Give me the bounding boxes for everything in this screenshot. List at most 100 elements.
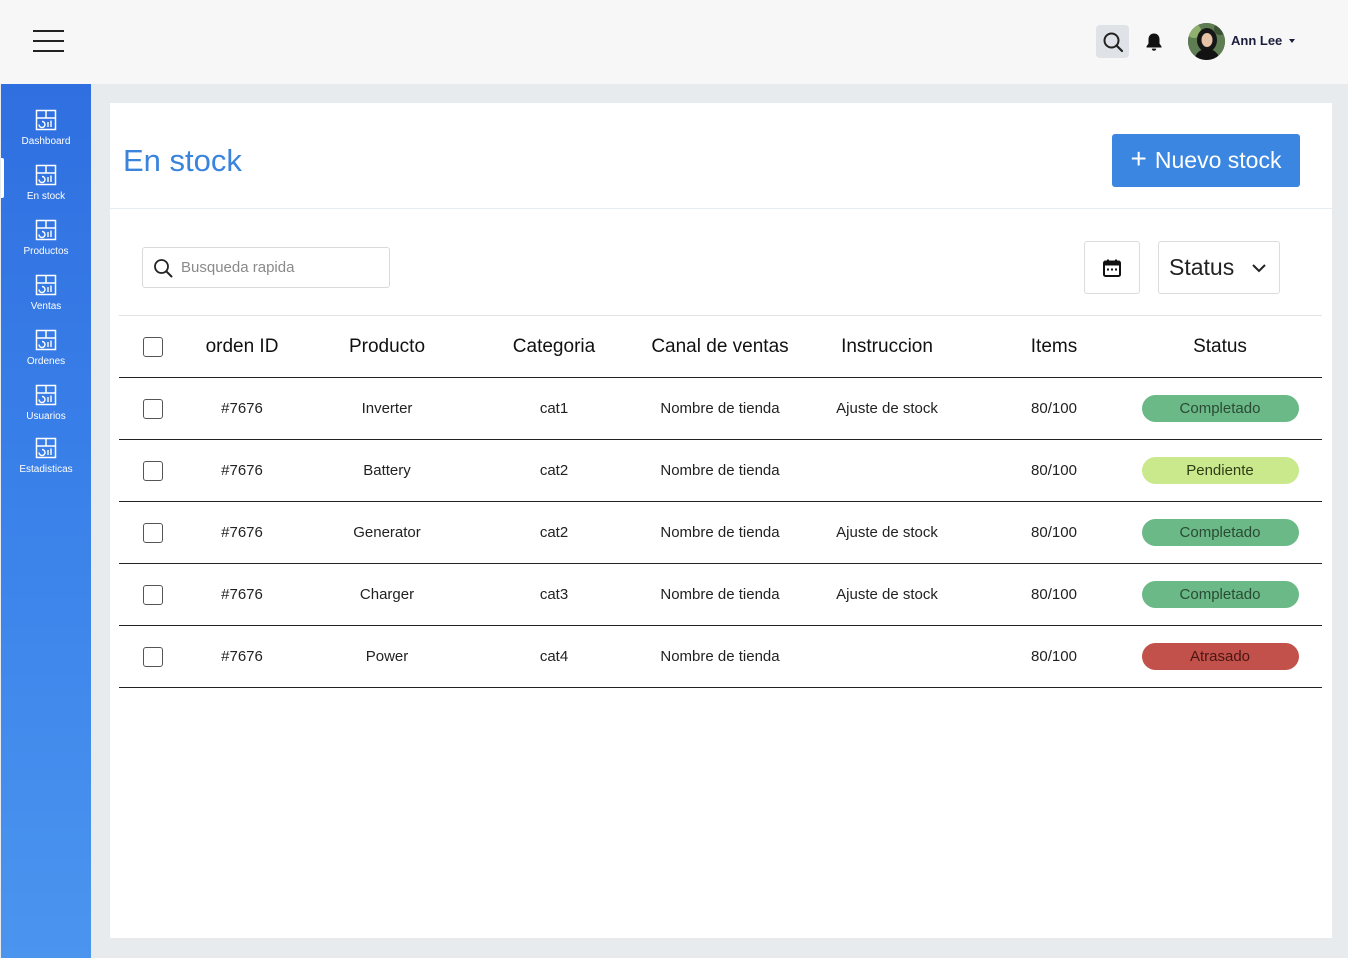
category-cell: cat1: [539, 400, 569, 417]
chevron-down-icon: [1252, 264, 1266, 273]
stock-table: orden ID Producto Categoria Canal de ven…: [119, 316, 1322, 688]
dashboard-icon: [35, 109, 57, 131]
row-checkbox[interactable]: [143, 398, 163, 419]
page-title: En stock: [123, 143, 242, 178]
sales-icon: [35, 274, 57, 296]
new-stock-button[interactable]: + Nuevo stock: [1112, 134, 1300, 187]
product-cell: Generator: [353, 524, 421, 541]
sidebar-item-label: Usuarios: [26, 411, 66, 422]
products-icon: [35, 219, 57, 241]
instruction-cell: Ajuste de stock: [836, 400, 938, 417]
user-name[interactable]: Ann Lee: [1231, 33, 1282, 48]
order-id-cell: #7676: [221, 648, 263, 665]
sidebar-item-label: Estadisticas: [19, 464, 73, 475]
search-icon: [154, 258, 173, 277]
order-id-cell: #7676: [221, 524, 263, 541]
status-badge: Completado: [1141, 519, 1299, 546]
items-cell: 80/100: [1031, 648, 1077, 665]
main-panel: En stock + Nuevo stock Status: [110, 103, 1332, 938]
sidebar-item-ventas[interactable]: Ventas: [1, 274, 91, 324]
user-menu-caret-icon[interactable]: [1289, 39, 1295, 43]
sidebar-item-label: En stock: [26, 191, 66, 202]
instruction-cell: [819, 440, 955, 501]
product-cell: Battery: [363, 462, 411, 479]
sidebar-item-en-stock[interactable]: En stock: [1, 164, 91, 214]
top-bar: Ann Lee: [0, 0, 1348, 84]
sidebar-item-productos[interactable]: Productos: [1, 219, 91, 269]
sales-channel-cell: Nombre de tienda: [660, 586, 780, 603]
sales-channel-cell: Nombre de tienda: [660, 462, 780, 479]
instruction-cell: Ajuste de stock: [836, 524, 938, 541]
row-checkbox[interactable]: [143, 646, 163, 667]
quick-search[interactable]: [142, 247, 390, 288]
sidebar-item-label: Ordenes: [26, 356, 66, 367]
sidebar: Dashboard En stock Productos Ventas Ordenes U…: [1, 84, 91, 958]
status-badge: Atrasado: [1141, 643, 1299, 670]
stock-icon: [35, 164, 57, 186]
sidebar-item-usuarios[interactable]: Usuarios: [1, 384, 91, 434]
user-photo-icon: [1188, 23, 1225, 60]
row-checkbox[interactable]: [143, 460, 163, 481]
header-items[interactable]: Items: [1009, 316, 1099, 377]
instruction-cell: Ajuste de stock: [836, 586, 938, 603]
product-cell: Inverter: [361, 400, 413, 417]
row-checkbox[interactable]: [143, 522, 163, 543]
items-cell: 80/100: [1031, 524, 1077, 541]
items-cell: 80/100: [1031, 586, 1077, 603]
category-cell: cat3: [539, 586, 569, 603]
header-sales-channel[interactable]: Canal de ventas: [639, 316, 801, 377]
select-all-checkbox[interactable]: [143, 336, 163, 357]
bell-icon: [1146, 33, 1162, 51]
sales-channel-cell: Nombre de tienda: [660, 400, 780, 417]
header-instruction[interactable]: Instruccion: [819, 316, 955, 377]
items-cell: 80/100: [1031, 400, 1077, 417]
status-filter-dropdown[interactable]: Status: [1158, 241, 1280, 294]
sidebar-item-label: Productos: [23, 246, 69, 257]
header-product[interactable]: Producto: [332, 316, 442, 377]
order-id-cell: #7676: [221, 462, 263, 479]
sidebar-item-label: Ventas: [30, 301, 62, 312]
items-cell: 80/100: [1031, 462, 1077, 479]
new-stock-label: Nuevo stock: [1154, 147, 1282, 173]
sidebar-item-dashboard[interactable]: Dashboard: [1, 109, 91, 159]
category-cell: cat2: [539, 524, 569, 541]
table-row[interactable]: #7676 Battery cat2 Nombre de tienda 80/100 Pe…: [119, 440, 1322, 502]
header-category[interactable]: Categoria: [499, 316, 609, 377]
search-icon: [1103, 32, 1123, 52]
notifications-button[interactable]: [1143, 30, 1165, 54]
avatar[interactable]: [1188, 23, 1225, 60]
instruction-cell: [819, 626, 955, 687]
row-checkbox[interactable]: [143, 584, 163, 605]
calendar-icon: [1103, 259, 1121, 277]
plus-icon: +: [1130, 143, 1147, 174]
search-input[interactable]: [181, 259, 371, 276]
product-cell: Power: [365, 648, 409, 665]
header-divider: [110, 208, 1332, 209]
status-filter-label: Status: [1169, 254, 1235, 280]
search-button[interactable]: [1096, 25, 1129, 58]
sales-channel-cell: Nombre de tienda: [660, 524, 780, 541]
category-cell: cat4: [539, 648, 569, 665]
status-badge: Pendiente: [1141, 457, 1299, 484]
menu-icon[interactable]: [33, 29, 64, 53]
sales-channel-cell: Nombre de tienda: [660, 648, 780, 665]
table-row[interactable]: #7676 Charger cat3 Nombre de tienda Ajuste d…: [119, 564, 1322, 626]
sidebar-item-label: Dashboard: [21, 136, 71, 147]
table-row[interactable]: #7676 Inverter cat1 Nombre de tienda Ajuste …: [119, 378, 1322, 440]
header-order-id[interactable]: orden ID: [192, 316, 292, 377]
users-icon: [35, 384, 57, 406]
date-filter-button[interactable]: [1084, 241, 1140, 294]
order-id-cell: #7676: [221, 586, 263, 603]
status-badge: Completado: [1141, 395, 1299, 422]
stats-icon: [35, 437, 57, 459]
sidebar-item-estadisticas[interactable]: Estadisticas: [1, 437, 91, 487]
product-cell: Charger: [359, 586, 415, 603]
status-badge: Completado: [1141, 581, 1299, 608]
table-header: orden ID Producto Categoria Canal de ven…: [119, 316, 1322, 378]
header-status[interactable]: Status: [1141, 316, 1299, 377]
orders-icon: [35, 329, 57, 351]
table-row[interactable]: #7676 Power cat4 Nombre de tienda 80/100 Atra…: [119, 626, 1322, 688]
table-row[interactable]: #7676 Generator cat2 Nombre de tienda Ajuste…: [119, 502, 1322, 564]
sidebar-item-ordenes[interactable]: Ordenes: [1, 329, 91, 379]
category-cell: cat2: [539, 462, 569, 479]
